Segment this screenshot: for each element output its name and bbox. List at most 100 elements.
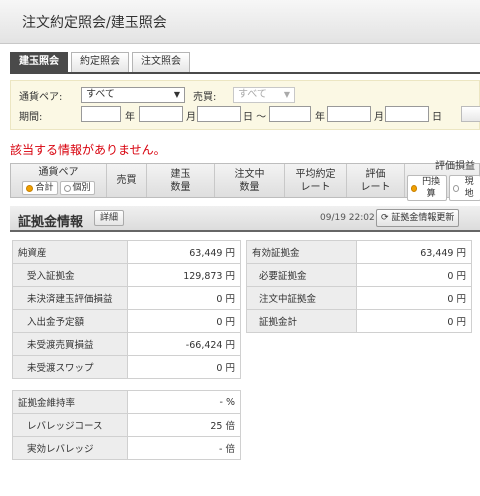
tab-bar: 建玉照会 約定照会 注文照会 (10, 52, 190, 72)
col-eval-rate-line1: 評価 (365, 168, 386, 180)
start-year-input[interactable] (81, 106, 121, 122)
table-row: 実効レバレッジ - 倍 (12, 436, 241, 460)
end-day-input[interactable] (385, 106, 429, 122)
radio-total-label: 合計 (35, 183, 54, 193)
col-order-qty: 注文中 数量 (215, 164, 285, 197)
radio-dot-icon (26, 184, 34, 192)
col-avg-rate-line1: 平均約定 (295, 168, 336, 180)
received-margin-value: 129,873 円 (127, 263, 241, 287)
tab-positions[interactable]: 建玉照会 (10, 52, 68, 72)
filter-panel: 通貨ペア: すべて ▼ 売買: すべて ▼ 期間: 年 月 日 ～ 年 月 日 (10, 80, 480, 130)
table-row: 証拠金維持率 - % (12, 390, 241, 414)
table-row: 入出金予定額 0 円 (12, 309, 241, 333)
col-avg-rate: 平均約定 レート (285, 164, 347, 197)
margin-total-value: 0 円 (356, 309, 472, 333)
table-row: 未受渡スワップ 0 円 (12, 355, 241, 379)
unsettled-trade-pl-value: -66,424 円 (127, 332, 241, 356)
unsettled-swap-label: 未受渡スワップ (12, 355, 128, 379)
order-margin-value: 0 円 (356, 286, 472, 310)
unsettled-trade-pl-label: 未受渡売買損益 (12, 332, 128, 356)
margin-table-right: 有効証拠金 63,449 円 必要証拠金 0 円 注文中証拠金 0 円 証拠金計 0 円 (246, 240, 472, 333)
effective-margin-value: 63,449 円 (356, 240, 472, 264)
pl-mode-radio-group: 円換算 現地 (405, 175, 480, 201)
col-order-qty-line2: 数量 (239, 181, 260, 193)
table-row: 純資産 63,449 円 (12, 240, 241, 264)
refresh-margin-button[interactable]: ⟳ 証拠金情報更新 (376, 209, 460, 227)
maintenance-ratio-label: 証拠金維持率 (12, 390, 128, 414)
margin-section-title: 証拠金情報 (18, 215, 84, 230)
start-month-unit: 月 (186, 112, 196, 123)
col-pl: 評価損益 円換算 現地 (405, 161, 480, 201)
effective-leverage-label: 実効レバレッジ (12, 436, 128, 460)
radio-local-label: 現地 (464, 177, 474, 199)
col-eval-rate-line2: レート (360, 181, 391, 193)
radio-individual-label: 個別 (72, 183, 91, 193)
side-label: 売買: (193, 92, 217, 103)
col-eval-rate: 評価 レート (347, 164, 405, 197)
tab-executions[interactable]: 約定照会 (71, 52, 129, 72)
table-row: 未受渡売買損益 -66,424 円 (12, 332, 241, 356)
table-row: 受入証拠金 129,873 円 (12, 263, 241, 287)
side-select[interactable]: すべて ▼ (233, 87, 295, 103)
leverage-course-value: 25 倍 (127, 413, 241, 437)
col-side: 売買 (107, 164, 147, 197)
margin-table-left: 純資産 63,449 円 受入証拠金 129,873 円 未決済建玉評価損益 0 円 … (12, 240, 241, 379)
table-row: 有効証拠金 63,449 円 (246, 240, 472, 264)
margin-total-label: 証拠金計 (246, 309, 357, 333)
end-day-unit: 日 (432, 112, 442, 123)
col-side-label: 売買 (116, 175, 137, 186)
order-margin-label: 注文中証拠金 (246, 286, 357, 310)
net-assets-value: 63,449 円 (127, 240, 241, 264)
required-margin-label: 必要証拠金 (246, 263, 357, 287)
unsettled-swap-value: 0 円 (127, 355, 241, 379)
table-row: 注文中証拠金 0 円 (246, 286, 472, 310)
pair-select[interactable]: すべて ▼ (81, 87, 185, 103)
radio-local[interactable]: 現地 (449, 175, 480, 201)
detail-button[interactable]: 詳細 (94, 210, 125, 226)
pair-mode-radio-group: 合計 個別 (22, 181, 95, 195)
page-title: 注文約定照会/建玉照会 (22, 15, 167, 31)
chevron-down-icon: ▼ (283, 90, 290, 99)
radio-dot-icon (453, 184, 460, 192)
radio-dot-icon (411, 184, 418, 192)
title-bar: 注文約定照会/建玉照会 (0, 0, 480, 44)
refresh-icon: ⟳ (381, 213, 389, 223)
col-position-qty: 建玉 数量 (147, 164, 215, 197)
error-message: 該当する情報がありません。 (10, 143, 166, 157)
margin-section-header: 証拠金情報 詳細 09/19 22:02 ⟳ 証拠金情報更新 (10, 206, 480, 232)
end-year-input[interactable] (269, 106, 311, 122)
side-select-value: すべて (238, 89, 267, 100)
end-year-unit: 年 (315, 112, 325, 123)
radio-individual[interactable]: 個別 (59, 181, 95, 195)
chevron-down-icon: ▼ (173, 90, 180, 99)
scheduled-transfer-value: 0 円 (127, 309, 241, 333)
start-year-unit: 年 (125, 112, 135, 123)
start-day-unit: 日 ～ (243, 112, 267, 123)
required-margin-value: 0 円 (356, 263, 472, 287)
col-avg-rate-line2: レート (300, 181, 331, 193)
pair-label: 通貨ペア: (19, 92, 63, 103)
net-assets-label: 純資産 (12, 240, 128, 264)
end-month-input[interactable] (327, 106, 371, 122)
radio-yen[interactable]: 円換算 (407, 175, 447, 201)
leverage-course-label: レバレッジコース (12, 413, 128, 437)
start-month-input[interactable] (139, 106, 183, 122)
radio-total[interactable]: 合計 (22, 181, 58, 195)
effective-margin-label: 有効証拠金 (246, 240, 357, 264)
radio-yen-label: 円換算 (422, 177, 441, 199)
tab-orders[interactable]: 注文照会 (132, 52, 190, 72)
positions-table-header: 通貨ペア 合計 個別 売買 建玉 数量 注文中 数量 平均約定 レート 評価 レ… (10, 161, 480, 201)
col-position-qty-line1: 建玉 (170, 168, 191, 180)
table-row: レバレッジコース 25 倍 (12, 413, 241, 437)
unrealized-pl-value: 0 円 (127, 286, 241, 310)
tab-underline (10, 72, 480, 74)
unrealized-pl-label: 未決済建玉評価損益 (12, 286, 128, 310)
search-button[interactable] (461, 106, 480, 122)
maintenance-ratio-value: - % (127, 390, 241, 414)
start-day-input[interactable] (197, 106, 241, 122)
received-margin-label: 受入証拠金 (12, 263, 128, 287)
col-order-qty-line1: 注文中 (234, 168, 265, 180)
end-month-unit: 月 (374, 112, 384, 123)
effective-leverage-value: - 倍 (127, 436, 241, 460)
table-row: 必要証拠金 0 円 (246, 263, 472, 287)
